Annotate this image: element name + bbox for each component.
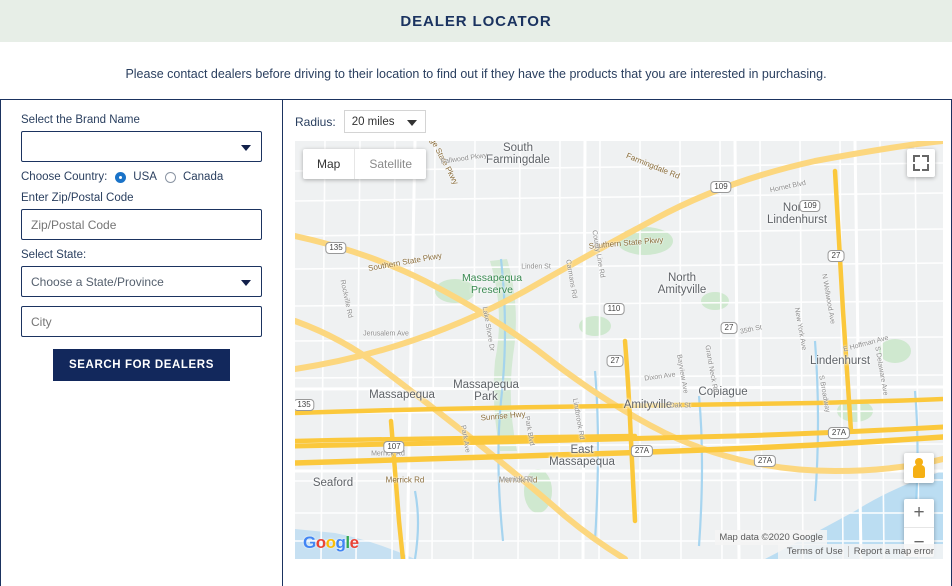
body-split: Select the Brand Name Choose Country: US… (0, 99, 952, 586)
brand-label: Select the Brand Name (21, 114, 140, 126)
terms-of-use-link[interactable]: Terms of Use (782, 546, 848, 557)
chevron-down-icon (406, 119, 417, 126)
route-shield: 107 (383, 441, 405, 453)
fs-corner (913, 164, 920, 171)
dealer-locator-page: DEALER LOCATOR Please contact dealers be… (0, 0, 952, 586)
zip-input[interactable] (21, 209, 262, 240)
map-type-map[interactable]: Map (303, 149, 354, 179)
route-shield: 109 (799, 200, 821, 212)
report-map-error-link[interactable]: Report a map error (847, 546, 939, 557)
route-shield: 27A (630, 445, 654, 457)
zip-label: Enter Zip/Postal Code (21, 192, 134, 204)
route-shield: 27A (753, 455, 777, 467)
country-canada-label: Canada (182, 171, 224, 183)
pegman-body (913, 465, 925, 478)
intro-text: Please contact dealers before driving to… (125, 67, 827, 81)
search-for-dealers-button[interactable]: SEARCH FOR DEALERS (53, 349, 230, 381)
radius-row: Radius: 20 miles (295, 110, 941, 133)
route-shield: 27 (606, 355, 624, 367)
radio-usa[interactable] (115, 171, 127, 183)
route-shield: 110 (603, 303, 625, 315)
zoom-in-button[interactable]: + (904, 499, 934, 528)
city-input[interactable] (21, 306, 262, 337)
map-attribution: Map data ©2020 Google (715, 530, 827, 545)
radius-label: Radius: (295, 114, 336, 129)
route-shield: 109 (710, 181, 732, 193)
state-label: Select State: (21, 249, 87, 261)
page-title: DEALER LOCATOR (400, 12, 552, 30)
google-map[interactable]: Map Satellite + − Google Map data ©2020 … (295, 141, 943, 559)
map-type-control[interactable]: Map Satellite (303, 149, 427, 179)
map-type-satellite[interactable]: Satellite (354, 149, 426, 179)
fs-corner (913, 155, 920, 162)
logo-letter: g (335, 533, 346, 552)
pegman-streetview-icon[interactable] (904, 453, 934, 483)
radius-select-value: 20 miles (351, 115, 395, 128)
state-select[interactable]: Choose a State/Province (21, 266, 262, 297)
state-select-value: Choose a State/Province (31, 274, 164, 289)
logo-letter: G (303, 533, 316, 552)
map-panel: Radius: 20 miles Map Satellite + − Googl… (282, 99, 952, 586)
brand-select[interactable] (21, 131, 262, 162)
radio-canada[interactable] (164, 171, 176, 183)
fullscreen-icon[interactable] (907, 149, 935, 177)
fs-corner (922, 155, 929, 162)
search-form-panel: Select the Brand Name Choose Country: US… (0, 99, 282, 586)
route-shield: 27 (827, 250, 845, 262)
route-shield: 27 (720, 322, 738, 334)
route-shield: 135 (295, 399, 315, 411)
radius-select[interactable]: 20 miles (343, 110, 426, 133)
country-radio-group: Choose Country: USA Canada (21, 171, 262, 183)
fs-corner (922, 164, 929, 171)
route-shield: 135 (325, 242, 347, 254)
country-label: Choose Country: (21, 171, 108, 183)
page-header: DEALER LOCATOR (0, 0, 952, 42)
country-usa-label: USA (133, 171, 157, 183)
google-logo: Google (303, 533, 359, 553)
route-shield: 27A (827, 427, 851, 439)
chevron-down-icon (241, 144, 251, 151)
logo-letter: e (349, 533, 359, 552)
map-attribution-links[interactable]: Terms of Use Report a map error (777, 544, 943, 559)
logo-letter: o (315, 533, 326, 552)
logo-letter: o (325, 533, 336, 552)
map-canvas (295, 141, 943, 559)
chevron-down-icon (241, 279, 251, 286)
